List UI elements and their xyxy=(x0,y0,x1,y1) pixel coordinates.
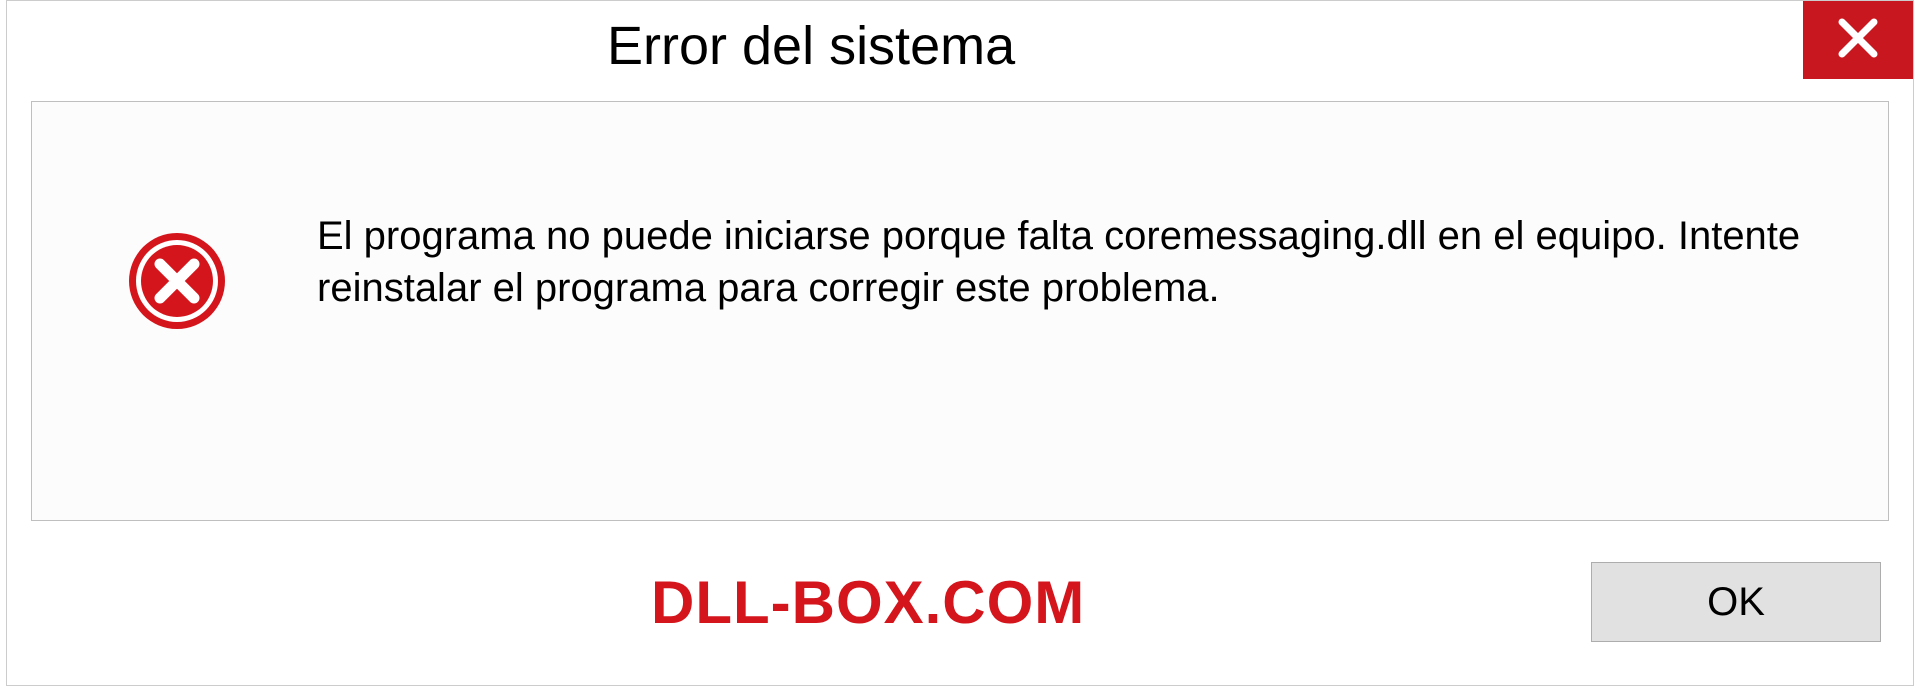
error-message: El programa no puede iniciarse porque fa… xyxy=(317,210,1828,314)
error-icon xyxy=(127,231,227,331)
content-panel: El programa no puede iniciarse porque fa… xyxy=(31,101,1889,521)
ok-button[interactable]: OK xyxy=(1591,562,1881,642)
watermark-text: DLL-BOX.COM xyxy=(651,568,1085,637)
close-button[interactable] xyxy=(1803,1,1913,79)
error-dialog: Error del sistema El programa no puede i… xyxy=(6,0,1914,686)
dialog-title: Error del sistema xyxy=(607,15,1015,77)
close-icon xyxy=(1834,14,1882,67)
dialog-footer: DLL-BOX.COM OK xyxy=(31,547,1889,657)
ok-button-label: OK xyxy=(1707,580,1765,625)
titlebar: Error del sistema xyxy=(7,1,1913,91)
